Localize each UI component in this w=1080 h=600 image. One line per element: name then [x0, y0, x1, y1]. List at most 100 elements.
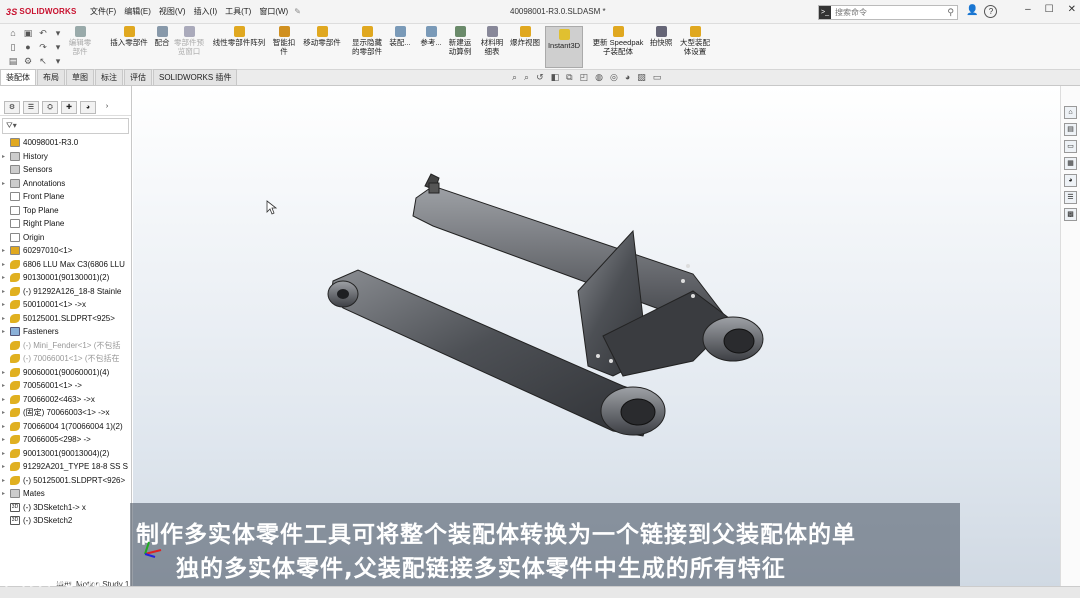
section-view-icon[interactable]: ◧ — [551, 72, 560, 83]
ribbon-button[interactable]: 插入零部件 — [108, 26, 150, 47]
ribbon-button[interactable]: 更新 Speedpak 子装配体 — [590, 26, 646, 56]
tree-item[interactable]: ▸ 90130001(90130001)(2) — [2, 271, 131, 285]
ribbon-button[interactable]: 装配... — [388, 26, 412, 47]
ribbon-button[interactable]: 配合 — [152, 26, 172, 47]
tree-item[interactable]: Front Plane — [2, 190, 131, 204]
menu-item[interactable]: 窗口(W) — [255, 6, 292, 17]
expand-arrow-icon[interactable]: ▸ — [2, 477, 10, 484]
tree-item[interactable]: Right Plane — [2, 217, 131, 231]
ribbon-button[interactable]: 移动零部件 — [300, 26, 344, 47]
expand-arrow-icon[interactable]: ▸ — [2, 288, 10, 295]
display-style-icon[interactable]: ◍ — [595, 72, 603, 83]
tree-item[interactable]: ▸ 70056001<1> -> — [2, 379, 131, 393]
scene-icon[interactable]: ▨ — [637, 72, 646, 83]
command-tab[interactable]: 布局 — [37, 69, 65, 85]
expand-arrow-icon[interactable]: ▸ — [2, 301, 10, 308]
tree-item[interactable]: ▸ 50125001.SLDPRT<925> — [2, 312, 131, 326]
tree-item[interactable]: ▸ 50010001<1> ->x — [2, 298, 131, 312]
maximize-icon[interactable]: ☐ — [1045, 4, 1054, 15]
expand-arrow-icon[interactable]: ▸ — [2, 436, 10, 443]
appearances-icon[interactable]: ◕ — [1064, 174, 1077, 187]
options-icon[interactable]: ⚙ — [21, 55, 35, 68]
command-tab[interactable]: SOLIDWORKS 插件 — [153, 69, 238, 85]
tree-item[interactable]: 3D (-) 3DSketch2 — [2, 514, 131, 528]
tree-item[interactable]: ▸ Fasteners — [2, 325, 131, 339]
traffic-light-icon[interactable]: ● — [21, 41, 35, 54]
expand-arrow-icon[interactable]: ▸ — [2, 315, 10, 322]
expand-arrow-icon[interactable]: ▸ — [2, 274, 10, 281]
expand-arrow-icon[interactable]: ▸ — [2, 423, 10, 430]
tree-item[interactable]: (-) Mini_Fender<1> (不包括 — [2, 339, 131, 353]
tree-item[interactable]: ▸ 90060001(90060001)(4) — [2, 366, 131, 380]
command-tab[interactable]: 草图 — [66, 69, 94, 85]
ribbon-button[interactable]: 拍快照 — [648, 26, 674, 47]
menu-item[interactable]: 编辑(E) — [120, 6, 155, 17]
expand-arrow-icon[interactable]: ▸ — [2, 261, 10, 268]
command-tab[interactable]: 装配体 — [0, 69, 36, 85]
view-orientation-icon[interactable]: ◰ — [580, 72, 589, 83]
menu-item[interactable]: 视图(V) — [155, 6, 190, 17]
dropdown-icon[interactable]: ▾ — [51, 55, 65, 68]
tree-item[interactable]: 3D (-) 3DSketch1-> x — [2, 501, 131, 515]
tree-item[interactable]: ▸ 70066005<298> -> — [2, 433, 131, 447]
close-icon[interactable]: ✕ — [1068, 4, 1076, 15]
help-icon[interactable]: ? — [984, 5, 998, 18]
save-icon[interactable]: ▣ — [21, 27, 35, 40]
minimize-icon[interactable]: – — [1025, 4, 1031, 15]
tree-item[interactable]: ▸ (-) 50125001.SLDPRT<926> — [2, 474, 131, 488]
dimxpert-tab-icon[interactable]: ✚ — [61, 101, 77, 114]
ribbon-button[interactable]: 参考... — [418, 26, 444, 47]
dropdown-icon[interactable]: ▾ — [51, 27, 65, 40]
tree-item[interactable]: ▸ Mates — [2, 487, 131, 501]
search-input[interactable]: 搜索命令 — [835, 7, 947, 18]
ribbon-button[interactable]: 线性零部件阵列 — [210, 26, 268, 47]
ribbon-button[interactable]: 智能扣 件 — [270, 26, 298, 56]
home-icon[interactable]: ⌂ — [6, 27, 20, 40]
display-manager-tab-icon[interactable]: ◕ — [80, 101, 96, 114]
user-icon[interactable]: 👤 — [966, 5, 978, 18]
expand-arrow-icon[interactable]: ▸ — [2, 396, 10, 403]
custom-properties-icon[interactable]: ☰ — [1064, 191, 1077, 204]
menu-item[interactable]: 插入(I) — [190, 6, 222, 17]
zoom-fit-icon[interactable]: ⌕ — [512, 72, 517, 83]
configuration-tab-icon[interactable]: ⛭ — [42, 101, 58, 114]
menu-item[interactable]: 工具(T) — [221, 6, 255, 17]
search-icon[interactable]: ⚲ — [947, 7, 954, 18]
tree-item[interactable]: ▸ Annotations — [2, 177, 131, 191]
appearance-icon[interactable]: ◕ — [625, 72, 630, 83]
redo-icon[interactable]: ↷ — [36, 41, 50, 54]
tree-item[interactable]: ▸ 70066004 1(70066004 1)(2) — [2, 420, 131, 434]
expand-arrow-icon[interactable]: ▸ — [2, 247, 10, 254]
tree-item[interactable]: ▸ 91292A201_TYPE 18-8 SS S — [2, 460, 131, 474]
solidworks-forum-icon[interactable]: ▩ — [1064, 208, 1077, 221]
expand-arrow-icon[interactable]: ▸ — [2, 369, 10, 376]
expand-arrow-icon[interactable]: ▸ — [2, 463, 10, 470]
tree-item[interactable]: (-) 70066001<1> (不包括在 — [2, 352, 131, 366]
expand-arrow-icon[interactable]: ▸ — [2, 153, 10, 160]
tree-item[interactable]: ▸ 70066002<463> ->x — [2, 393, 131, 407]
undo-icon[interactable]: ↶ — [36, 27, 50, 40]
expand-arrow-icon[interactable]: ▸ — [2, 409, 10, 416]
pointer-icon[interactable]: ↖ — [36, 55, 50, 68]
tree-item[interactable]: 40098001-R3.0 — [2, 136, 131, 150]
expand-arrow-icon[interactable]: ▸ — [2, 490, 10, 497]
hide-show-icon[interactable]: ◎ — [610, 72, 618, 83]
dynamic-annotation-icon[interactable]: ⧉ — [566, 72, 572, 83]
property-manager-tab-icon[interactable]: ☰ — [23, 101, 39, 114]
tree-item[interactable]: ▸ (固定) 70066003<1> ->x — [2, 406, 131, 420]
dropdown-icon[interactable]: ▾ — [51, 41, 65, 54]
expand-panel-icon[interactable]: › — [99, 101, 115, 114]
tree-item[interactable]: ▸ (-) 91292A126_18-8 Stainle — [2, 285, 131, 299]
tree-item[interactable]: Top Plane — [2, 204, 131, 218]
menu-item[interactable]: 文件(F) — [86, 6, 120, 17]
ribbon-button[interactable]: 新建运 动算例 — [446, 26, 474, 56]
previous-view-icon[interactable]: ↺ — [536, 72, 544, 83]
tree-filter[interactable]: ⛛▾ — [2, 118, 129, 134]
design-library-icon[interactable]: ▤ — [1064, 123, 1077, 136]
view-palette-icon[interactable]: ▦ — [1064, 157, 1077, 170]
tree-item[interactable]: ▸ 60297010<1> — [2, 244, 131, 258]
ribbon-button[interactable]: 爆炸视图 — [508, 26, 542, 47]
tree-item[interactable]: Sensors — [2, 163, 131, 177]
command-tab[interactable]: 标注 — [95, 69, 123, 85]
tree-item[interactable]: ▸ History — [2, 150, 131, 164]
